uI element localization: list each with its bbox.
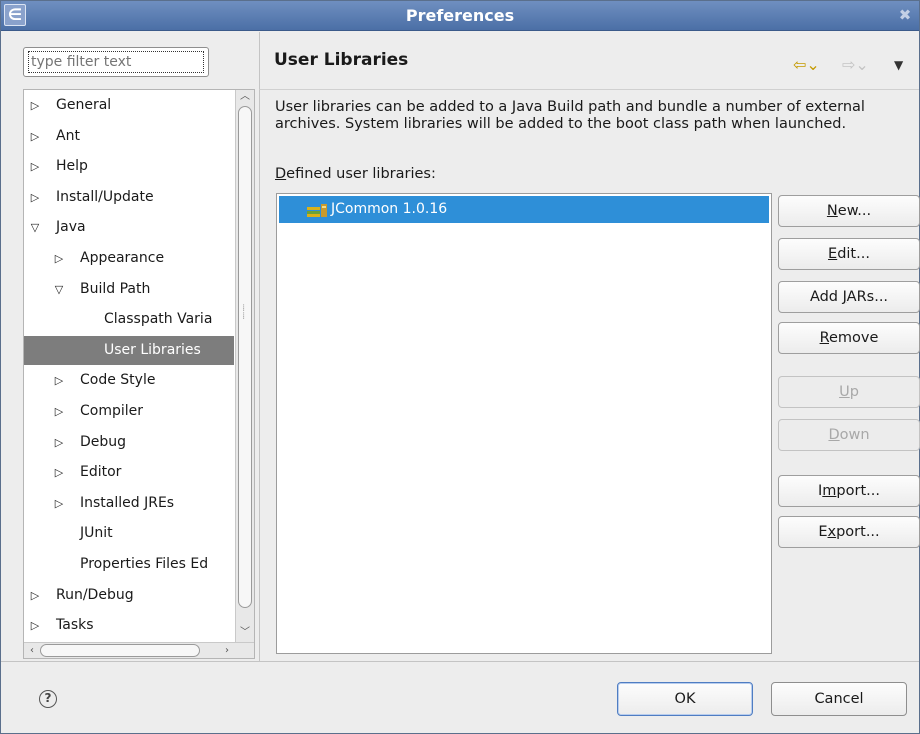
tree-item[interactable]: ▷ Ant xyxy=(24,122,234,151)
filter-field[interactable] xyxy=(23,47,209,77)
collapsed-triangle-icon[interactable]: ▷ xyxy=(28,183,42,212)
collapsed-triangle-icon[interactable]: ▷ xyxy=(52,489,66,518)
collapsed-triangle-icon[interactable]: ▷ xyxy=(52,458,66,487)
new-button[interactable]: New... xyxy=(778,195,920,227)
defined-label-text: efined user libraries: xyxy=(286,166,436,182)
scroll-up-arrow-icon[interactable]: ︿ xyxy=(236,90,254,104)
collapsed-triangle-icon[interactable]: ▷ xyxy=(52,366,66,395)
tree-item[interactable]: ▷ Installed JREs xyxy=(24,489,234,518)
tree-item[interactable]: ▷ Code Style xyxy=(24,366,234,395)
tree-item[interactable]: Properties Files Ed xyxy=(24,550,234,579)
tree-item-label: Help xyxy=(56,158,88,175)
tree-viewport: ▷ General ▷ Ant ▷ Help ▷ Install/Update ▽ Java ▷ Ap… xyxy=(24,90,234,642)
scroll-left-arrow-icon[interactable]: ‹ xyxy=(25,643,39,658)
scroll-down-arrow-icon[interactable]: ﹀ xyxy=(236,626,254,640)
tree-item-label: Java xyxy=(56,219,86,236)
page-description: User libraries can be added to a Java Bu… xyxy=(275,99,865,132)
preferences-dialog: ∈ Preferences ✖ ▷ General ▷ Ant ▷ Help ▷ Instal… xyxy=(0,0,920,734)
tree-item[interactable]: ▷ Appearance xyxy=(24,244,234,273)
tree-item[interactable]: Classpath Varia xyxy=(24,305,234,334)
tree-item[interactable]: ▷ Run/Debug xyxy=(24,581,234,610)
defined-libraries-label: Defined user libraries: xyxy=(275,166,436,182)
tree-item[interactable]: ▽ Build Path xyxy=(24,275,234,304)
expanded-triangle-icon[interactable]: ▽ xyxy=(28,213,42,242)
tree-item[interactable]: ▽ Java xyxy=(24,213,234,242)
tree-item-label: Install/Update xyxy=(56,188,154,205)
tree-item-label: General xyxy=(56,97,112,113)
tree-item-label: User Libraries xyxy=(104,341,201,358)
ok-button[interactable]: OK xyxy=(617,682,753,716)
vertical-scroll-thumb[interactable] xyxy=(238,106,252,608)
tree-item[interactable]: User Libraries xyxy=(24,335,234,365)
library-icon xyxy=(307,204,327,217)
export-button[interactable]: Export... xyxy=(778,516,920,548)
title-bar[interactable]: ∈ Preferences ✖ xyxy=(1,1,919,31)
tree-item-label: Tasks xyxy=(56,617,94,634)
tree-item-label: Build Path xyxy=(80,280,151,297)
tree-item[interactable]: JUnit xyxy=(24,519,234,548)
tree-item[interactable]: ▷ Compiler xyxy=(24,397,234,426)
tree-item[interactable]: ▷ Debug xyxy=(24,428,234,457)
up-button[interactable]: Up xyxy=(778,376,920,408)
view-menu-icon[interactable]: ▼ xyxy=(894,56,903,74)
tree-item-label: Editor xyxy=(80,464,122,481)
page-title: User Libraries xyxy=(274,50,409,70)
expanded-triangle-icon[interactable]: ▽ xyxy=(52,275,66,304)
add-jars-button[interactable]: Add JARs... xyxy=(778,281,920,313)
tree-item-label: Code Style xyxy=(80,372,156,389)
horizontal-scroll-thumb[interactable] xyxy=(40,644,200,657)
collapsed-triangle-icon[interactable]: ▷ xyxy=(28,611,42,640)
remove-button[interactable]: Remove xyxy=(778,322,920,354)
collapsed-triangle-icon[interactable]: ▷ xyxy=(52,397,66,426)
tree-item[interactable]: ▷ Install/Update xyxy=(24,183,234,212)
tree-item[interactable]: ▷ General xyxy=(24,91,234,120)
tree-item-label: Ant xyxy=(56,127,80,144)
tree-item[interactable]: ▷ Editor xyxy=(24,458,234,487)
close-icon[interactable]: ✖ xyxy=(895,5,915,25)
user-libraries-list[interactable]: JCommon 1.0.16 xyxy=(276,193,772,654)
tree-horizontal-scrollbar[interactable]: ‹ › xyxy=(24,642,254,658)
tree-item-label: JUnit xyxy=(80,525,113,542)
tree-item[interactable]: ▷ Help xyxy=(24,152,234,181)
collapsed-triangle-icon[interactable]: ▷ xyxy=(28,581,42,610)
collapsed-triangle-icon[interactable]: ▷ xyxy=(28,152,42,181)
page-header: User Libraries ⇦⌄ ⇨⌄ ▼ xyxy=(259,32,919,89)
tree-item-label: Appearance xyxy=(80,250,165,266)
tree-item-label: Run/Debug xyxy=(56,586,134,603)
forward-arrow-icon[interactable]: ⇨⌄ xyxy=(842,56,869,74)
tree-item-label: Compiler xyxy=(80,403,144,419)
tree-item-label: Debug xyxy=(80,433,127,450)
collapsed-triangle-icon[interactable]: ▷ xyxy=(52,244,66,273)
tree-item[interactable]: ▷ Tasks xyxy=(24,611,234,640)
tree-item-label: Properties Files Ed xyxy=(80,556,209,572)
dialog-footer: ? OK Cancel xyxy=(1,661,919,733)
page-content: User libraries can be added to a Java Bu… xyxy=(259,89,920,661)
library-row[interactable]: JCommon 1.0.16 xyxy=(279,196,769,223)
cancel-button[interactable]: Cancel xyxy=(771,682,907,716)
help-icon[interactable]: ? xyxy=(39,690,57,708)
down-button[interactable]: Down xyxy=(778,419,920,451)
back-arrow-icon[interactable]: ⇦⌄ xyxy=(793,56,820,74)
tree-item-label: Installed JREs xyxy=(80,494,175,511)
edit-button[interactable]: Edit... xyxy=(778,238,920,270)
collapsed-triangle-icon[interactable]: ▷ xyxy=(52,428,66,457)
filter-input[interactable] xyxy=(28,51,204,73)
library-label: JCommon 1.0.16 xyxy=(331,201,448,217)
defined-label-mnemonic: D xyxy=(275,166,287,182)
tree-item-label: Classpath Varia xyxy=(104,311,213,328)
tree-vertical-scrollbar[interactable]: ︿ ﹀ xyxy=(235,90,254,642)
pane-sash-handle[interactable]: ⁞ ⁞ xyxy=(242,304,248,329)
collapsed-triangle-icon[interactable]: ▷ xyxy=(28,91,42,120)
scroll-right-arrow-icon[interactable]: › xyxy=(220,643,234,658)
import-button[interactable]: Import... xyxy=(778,475,920,507)
collapsed-triangle-icon[interactable]: ▷ xyxy=(28,122,42,151)
preference-tree[interactable]: ▷ General ▷ Ant ▷ Help ▷ Install/Update ▽ Java ▷ Ap… xyxy=(23,89,255,659)
window-title: Preferences xyxy=(405,6,515,25)
